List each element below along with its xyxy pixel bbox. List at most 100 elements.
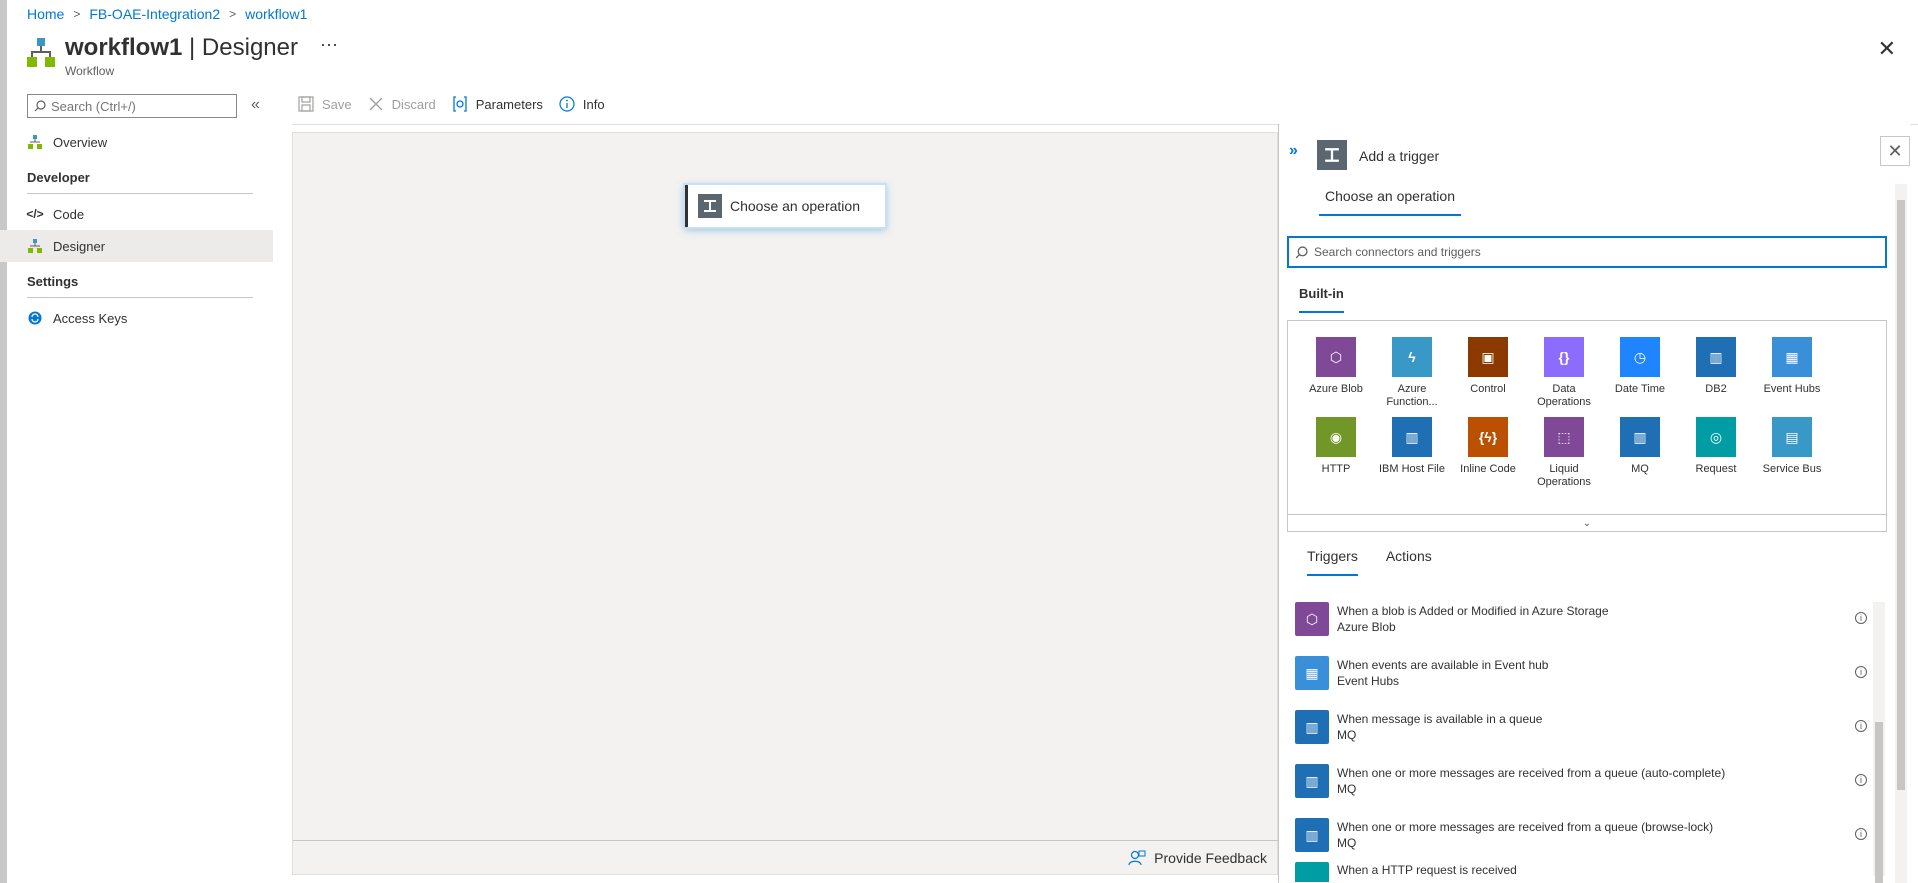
sidebar-item-overview[interactable]: Overview — [27, 126, 273, 158]
sidebar-section-developer: Developer — [27, 170, 253, 194]
parameters-button[interactable]: Parameters — [452, 96, 543, 112]
connector-label: Azure Function... — [1386, 383, 1438, 408]
collapse-sidebar-icon[interactable]: « — [251, 96, 260, 114]
panel-title: Add a trigger — [1359, 148, 1440, 164]
choose-operation-card[interactable]: Choose an operation — [685, 185, 885, 227]
connector-icon: {ϟ} — [1468, 417, 1508, 457]
info-icon[interactable]: i — [1855, 666, 1867, 678]
trigger-title: When one or more messages are received f… — [1337, 820, 1714, 834]
sidebar-item-designer[interactable]: Designer — [0, 230, 273, 262]
provide-feedback-link[interactable]: Provide Feedback — [1154, 850, 1267, 866]
add-trigger-panel: » Add a trigger ✕ Choose an operation Bu… — [1278, 124, 1910, 883]
connector-label: Control — [1470, 383, 1506, 395]
connector-tile[interactable]: ▤ Service Bus — [1754, 417, 1830, 489]
trigger-list-scrollbar[interactable] — [1873, 602, 1885, 883]
parameters-icon — [453, 96, 467, 112]
expand-connectors-button[interactable]: ⌄ — [1287, 514, 1887, 532]
more-options-button[interactable]: ··· — [320, 34, 338, 55]
connector-grid: ⬡ Azure Blob ϟ Azure Function... ▣ Control {} D… — [1298, 337, 1830, 489]
sidebar-search[interactable] — [27, 94, 237, 118]
connector-tile[interactable]: ▥ MQ — [1602, 417, 1678, 489]
breadcrumb: Home > FB-OAE-Integration2 > workflow1 — [27, 6, 307, 22]
connector-icon: ▦ — [1772, 337, 1812, 377]
list-item[interactable]: ⬡ When a blob is Added or Modified in Azu… — [1295, 592, 1875, 646]
discard-button[interactable]: Discard — [368, 96, 436, 112]
connector-tile[interactable]: ϟ Azure Function... — [1374, 337, 1450, 409]
save-icon — [298, 96, 314, 112]
connector-tile[interactable]: {ϟ} Inline Code — [1450, 417, 1526, 489]
trigger-title: When message is available in a queue — [1337, 712, 1543, 726]
info-icon[interactable]: i — [1855, 612, 1867, 624]
trigger-connector: MQ — [1337, 782, 1357, 796]
connector-tile[interactable]: ▥ IBM Host File — [1374, 417, 1450, 489]
save-button[interactable]: Save — [298, 96, 352, 112]
connector-tile[interactable]: ▣ Control — [1450, 337, 1526, 409]
close-icon[interactable]: ✕ — [1878, 36, 1896, 62]
connector-label: MQ — [1631, 463, 1649, 475]
sidebar-item-label: Overview — [53, 134, 108, 150]
sidebar-search-input[interactable] — [51, 98, 221, 114]
page-title: workflow1 | Designer — [65, 34, 298, 61]
connector-icon: ▤ — [1772, 417, 1812, 457]
connector-tile[interactable]: ◉ HTTP — [1298, 417, 1374, 489]
list-item[interactable]: ▦ When events are available in Event hub E… — [1295, 646, 1875, 700]
breadcrumb-resource[interactable]: FB-OAE-Integration2 — [89, 6, 220, 22]
connector-tile[interactable]: ⬚ Liquid Operations — [1526, 417, 1602, 489]
expand-panel-icon[interactable]: » — [1289, 142, 1298, 160]
tab-built-in[interactable]: Built-in — [1299, 286, 1344, 313]
close-icon[interactable]: ✕ — [1880, 136, 1910, 166]
chevron-right-icon: > — [229, 7, 237, 21]
breadcrumb-workflow[interactable]: workflow1 — [245, 6, 307, 22]
list-item[interactable]: When a HTTP request is received — [1295, 862, 1875, 882]
connector-search[interactable] — [1287, 236, 1887, 268]
search-icon — [1295, 245, 1308, 258]
sidebar-item-code[interactable]: </> Code — [26, 198, 273, 230]
connector-tile[interactable]: ◎ Request — [1678, 417, 1754, 489]
connector-tile[interactable]: ◷ Date Time — [1602, 337, 1678, 409]
connector-label: Data Operations — [1537, 383, 1591, 408]
sidebar-item-label: Code — [53, 206, 85, 222]
trigger-connector: Event Hubs — [1337, 674, 1400, 688]
connector-tile[interactable]: ▦ Event Hubs — [1754, 337, 1830, 409]
key-sync-icon — [28, 311, 42, 325]
connector-tile[interactable]: {} Data Operations — [1526, 337, 1602, 409]
connector-tile[interactable]: ▥ DB2 — [1678, 337, 1754, 409]
list-item[interactable]: ▥ When message is available in a queue MQ i — [1295, 700, 1875, 754]
trigger-list: ⬡ When a blob is Added or Modified in Azu… — [1295, 592, 1875, 882]
connector-label: Azure Blob — [1309, 383, 1363, 395]
info-icon[interactable]: i — [1855, 720, 1867, 732]
chevron-down-icon: ⌄ — [1582, 517, 1592, 529]
chevron-right-icon: > — [73, 7, 81, 21]
panel-scrollbar[interactable] — [1895, 184, 1907, 883]
tab-choose-operation[interactable]: Choose an operation — [1319, 188, 1461, 216]
trigger-connector: MQ — [1337, 836, 1357, 850]
connector-label: Event Hubs — [1763, 383, 1821, 395]
connector-search-input[interactable] — [1314, 245, 1854, 259]
info-icon[interactable]: i — [1855, 774, 1867, 786]
page-subtitle: Workflow — [65, 64, 115, 78]
connector-tile[interactable]: ⬡ Azure Blob — [1298, 337, 1374, 409]
info-icon[interactable]: i — [1855, 828, 1867, 840]
trigger-icon — [1317, 140, 1347, 170]
connector-icon — [1295, 862, 1329, 882]
connector-icon: {} — [1544, 337, 1584, 377]
info-button[interactable]: Info — [559, 96, 605, 112]
breadcrumb-home[interactable]: Home — [27, 6, 64, 22]
connector-icon: ▥ — [1392, 417, 1432, 457]
connector-icon: ◎ — [1696, 417, 1736, 457]
sidebar-item-access-keys[interactable]: Access Keys — [27, 302, 273, 334]
trigger-icon — [698, 194, 722, 218]
connector-icon: ⬚ — [1544, 417, 1584, 457]
connector-icon: ▥ — [1295, 710, 1329, 744]
page-header: workflow1 | Designer Workflow ··· — [27, 34, 338, 78]
list-item[interactable]: ▥ When one or more messages are received … — [1295, 808, 1875, 862]
sidebar-item-label: Access Keys — [53, 310, 128, 326]
tab-actions[interactable]: Actions — [1386, 548, 1432, 576]
connector-icon: ▥ — [1295, 818, 1329, 852]
tab-triggers[interactable]: Triggers — [1307, 548, 1358, 576]
trigger-title: When a HTTP request is received — [1337, 863, 1517, 877]
designer-toolbar: Save Discard Parameters Info — [298, 96, 621, 112]
list-item[interactable]: ▥ When one or more messages are received … — [1295, 754, 1875, 808]
connector-label: Liquid Operations — [1537, 463, 1591, 488]
designer-canvas[interactable]: Choose an operation Provide Feedback — [292, 132, 1279, 875]
